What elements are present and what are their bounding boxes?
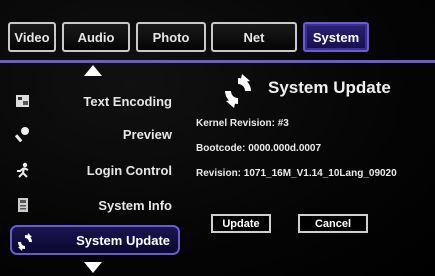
tab-net[interactable]: Net	[211, 22, 297, 52]
menu-item-label: System Info	[98, 197, 172, 213]
scroll-down-arrow-icon[interactable]	[84, 262, 102, 273]
revision-text: Revision: 1071_16M_V1.14_10Lang_09020	[196, 168, 397, 179]
menu-item-login-control[interactable]: Login Control	[10, 155, 180, 185]
tab-video[interactable]: Video	[8, 22, 56, 52]
scroll-up-arrow-icon[interactable]	[84, 65, 102, 76]
menu-item-system-info[interactable]: System Info	[10, 190, 180, 220]
preview-icon	[14, 125, 32, 143]
menu-item-label: Text Encoding	[83, 93, 172, 109]
refresh-icon	[16, 233, 34, 251]
menu-item-label: Login Control	[86, 162, 172, 178]
login-control-icon	[14, 161, 32, 179]
page-title: System Update	[268, 78, 391, 97]
tab-divider	[0, 60, 435, 63]
system-info-icon	[14, 196, 32, 214]
menu-item-text-encoding[interactable]: Text Encoding	[10, 86, 180, 116]
menu-item-preview[interactable]: Preview	[10, 119, 180, 149]
tab-audio[interactable]: Audio	[62, 22, 130, 52]
update-button[interactable]: Update	[211, 214, 271, 233]
bootcode-text: Bootcode: 0000.000d.0007	[196, 143, 322, 154]
menu-item-system-update[interactable]: System Update	[10, 225, 180, 255]
cancel-button[interactable]: Cancel	[298, 214, 368, 233]
tab-photo[interactable]: Photo	[136, 22, 206, 52]
menu-item-label: System Update	[76, 232, 170, 248]
system-update-refresh-icon	[220, 73, 256, 109]
screen: Video Audio Photo Net System Text Encodi…	[0, 0, 435, 276]
text-encoding-icon	[14, 92, 32, 110]
kernel-revision-text: Kernel Revision: #3	[196, 118, 289, 129]
menu-item-label: Preview	[122, 126, 172, 142]
tab-system[interactable]: System	[303, 22, 369, 52]
